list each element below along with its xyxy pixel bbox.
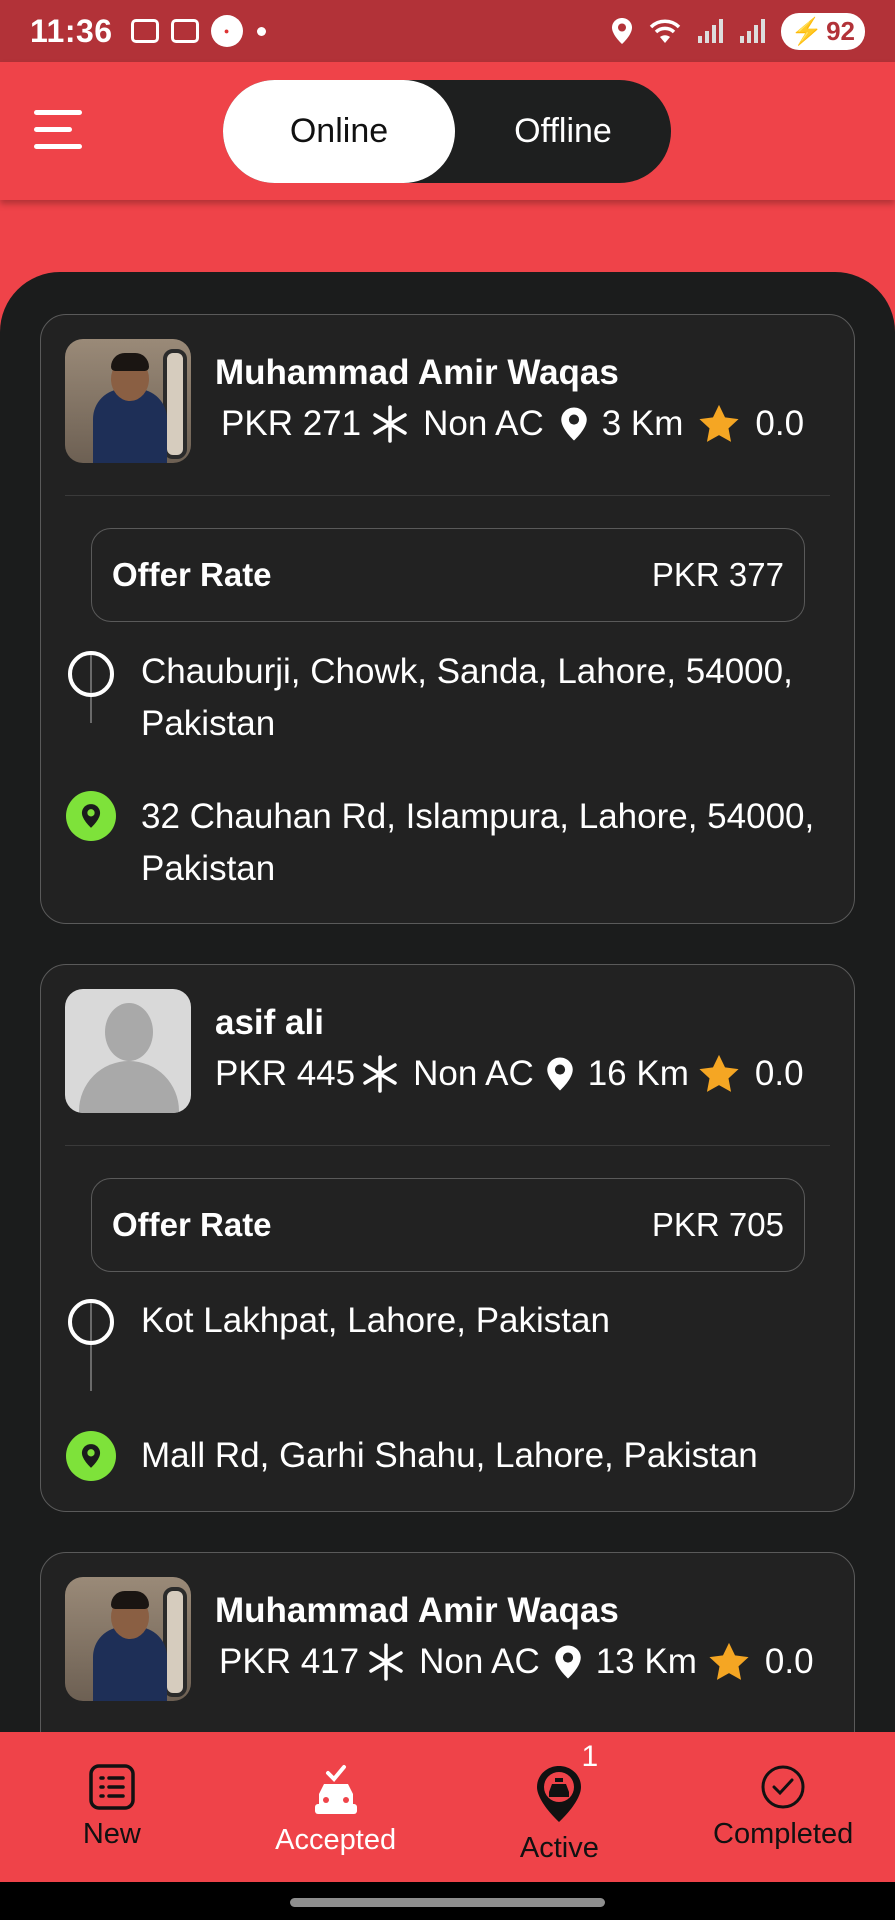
pickup-circle-icon: [68, 1299, 114, 1345]
active-badge: 1: [581, 1740, 599, 1773]
scan-icon: [170, 19, 199, 43]
ac-type: Non AC: [413, 1054, 534, 1093]
signal-icon-2: [739, 19, 765, 43]
offer-rate-box: Offer Rate PKR 377: [91, 528, 805, 622]
dropoff-pin-icon: [66, 1431, 116, 1481]
ac-type: Non AC: [419, 1642, 540, 1681]
app-header: Online Offline: [0, 62, 895, 200]
offer-rate-box: Offer Rate PKR 705: [91, 1178, 805, 1272]
ride-request-list[interactable]: Muhammad Amir Waqas PKR 271 Non AC 3 Km …: [0, 272, 895, 1732]
check-circle-icon: [761, 1765, 805, 1809]
location-pin-icon: [546, 1055, 574, 1093]
nav-item-active[interactable]: 1 Active: [448, 1732, 672, 1882]
nav-label-completed: Completed: [713, 1818, 854, 1850]
rating: 0.0: [755, 404, 805, 443]
notification-dot-icon: [256, 26, 266, 36]
nav-item-completed[interactable]: Completed: [671, 1732, 895, 1882]
ride-meta: PKR 445 Non AC 16 Km 0.0: [215, 1053, 804, 1095]
rating: 0.0: [754, 1054, 804, 1093]
distance: 3 Km: [601, 404, 684, 443]
dropoff-pin-icon: [66, 791, 116, 841]
menu-icon[interactable]: [34, 110, 82, 150]
battery-level: 92: [826, 15, 855, 46]
car-check-icon: [314, 1765, 357, 1814]
status-bar: 11:36 ● ⚡ 92: [0, 0, 895, 62]
offline-option[interactable]: Offline: [455, 80, 671, 183]
fare: PKR 271: [221, 404, 362, 443]
charging-icon: ⚡: [790, 15, 824, 46]
pickup-circle-icon: [68, 651, 114, 697]
distance: 13 Km: [595, 1642, 697, 1681]
fare: PKR 417: [219, 1642, 360, 1681]
ride-card[interactable]: Muhammad Amir Waqas PKR 417 Non AC 13 Km…: [40, 1552, 855, 1732]
nav-label-new: New: [82, 1818, 141, 1850]
ride-card[interactable]: asif ali PKR 445 Non AC 16 Km 0.0 Offer …: [40, 964, 855, 1512]
offer-rate-label: Offer Rate: [112, 1206, 272, 1243]
location-pin-icon: [560, 405, 588, 443]
online-option[interactable]: Online: [223, 80, 455, 183]
avatar-placeholder: [65, 989, 191, 1113]
passenger-name: asif ali: [215, 1003, 324, 1042]
location-pin-icon: [554, 1643, 582, 1681]
star-icon: [707, 1641, 751, 1683]
dropoff-address: 32 Chauhan Rd, Islampura, Lahore, 54000,…: [141, 797, 815, 888]
pickup-address: Chauburji, Chowk, Sanda, Lahore, 54000, …: [141, 652, 793, 743]
avatar: [65, 1577, 191, 1701]
nav-label-accepted: Accepted: [275, 1824, 397, 1856]
avatar: [65, 339, 191, 463]
divider: [65, 495, 830, 496]
dropoff-address: Mall Rd, Garhi Shahu, Lahore, Pakistan: [141, 1436, 758, 1475]
offer-rate-value: PKR 705: [651, 1206, 784, 1243]
signal-icon: [697, 19, 723, 43]
nav-item-accepted[interactable]: Accepted: [224, 1732, 448, 1882]
taxi-pin-icon: [537, 1766, 582, 1822]
distance: 16 Km: [587, 1054, 689, 1093]
snowflake-icon: [367, 1643, 405, 1681]
list-icon: [89, 1764, 135, 1810]
screenshot-icon: [130, 19, 159, 43]
snowflake-icon: [371, 405, 409, 443]
snowflake-icon: [361, 1055, 399, 1093]
offer-rate-value: PKR 377: [651, 556, 784, 593]
app-notification-icon: ●: [210, 15, 243, 47]
home-indicator[interactable]: [290, 1898, 605, 1907]
nav-label-active: Active: [519, 1832, 599, 1864]
star-icon: [697, 403, 741, 445]
divider: [65, 1145, 830, 1146]
ride-meta: PKR 417 Non AC 13 Km 0.0: [219, 1641, 814, 1683]
offer-rate-label: Offer Rate: [112, 556, 272, 593]
star-icon: [697, 1053, 741, 1095]
ride-card[interactable]: Muhammad Amir Waqas PKR 271 Non AC 3 Km …: [40, 314, 855, 924]
pickup-address: Kot Lakhpat, Lahore, Pakistan: [141, 1301, 610, 1340]
wifi-icon: [649, 19, 680, 43]
location-status-icon: [611, 18, 632, 44]
rating: 0.0: [764, 1642, 814, 1681]
passenger-name: Muhammad Amir Waqas: [215, 1591, 619, 1630]
bottom-nav: New Accepted 1 Active Completed: [0, 1732, 895, 1882]
ride-meta: PKR 271 Non AC 3 Km 0.0: [221, 403, 804, 445]
online-offline-toggle[interactable]: Online Offline: [223, 80, 671, 183]
status-time: 11:36: [30, 12, 113, 49]
system-nav-bar: [0, 1882, 895, 1920]
fare: PKR 445: [215, 1054, 356, 1093]
ac-type: Non AC: [423, 404, 544, 443]
battery-indicator: ⚡ 92: [780, 12, 865, 50]
passenger-name: Muhammad Amir Waqas: [215, 353, 619, 392]
nav-item-new[interactable]: New: [0, 1732, 224, 1882]
